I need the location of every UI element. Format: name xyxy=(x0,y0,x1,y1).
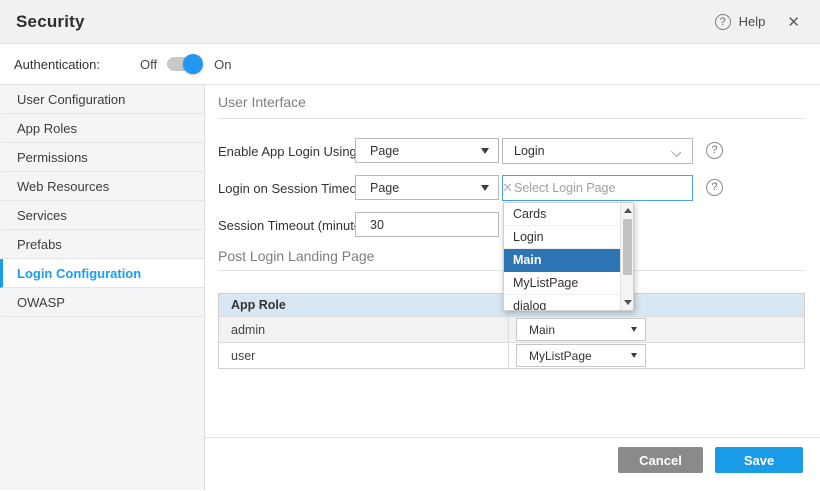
scroll-up-arrow-icon[interactable] xyxy=(624,208,632,213)
dropdown-option-cards[interactable]: Cards xyxy=(504,203,620,226)
table-row-admin: admin Main xyxy=(219,316,804,342)
scroll-down-arrow-icon[interactable] xyxy=(624,300,632,305)
user-landing-page-select[interactable]: MyListPage xyxy=(516,344,646,367)
dropdown-arrow-icon xyxy=(631,353,637,358)
select-login-page-input[interactable] xyxy=(502,175,693,201)
dropdown-arrow-icon xyxy=(481,185,489,191)
role-cell: admin xyxy=(219,317,509,342)
authentication-toggle[interactable] xyxy=(167,57,200,71)
login-on-session-timeout-row: Login on Session Timeout: Page ✕ ? xyxy=(205,175,820,201)
page-title: Security xyxy=(16,12,85,32)
help-link[interactable]: Help xyxy=(739,14,766,29)
sidebar-item-owasp[interactable]: OWASP xyxy=(0,288,204,317)
clear-icon[interactable]: ✕ xyxy=(502,180,513,196)
dropdown-option-dialog[interactable]: dialog xyxy=(504,295,620,311)
help-icon[interactable]: ? xyxy=(715,14,731,30)
sidebar-item-permissions[interactable]: Permissions xyxy=(0,143,204,172)
section-title-post-login-landing-page: Post Login Landing Page xyxy=(218,248,374,264)
user-landing-page-value: MyListPage xyxy=(517,349,592,363)
section-title-user-interface: User Interface xyxy=(218,94,306,110)
toggle-knob-icon xyxy=(183,54,203,74)
scrollbar-thumb[interactable] xyxy=(623,219,632,275)
toggle-on-label: On xyxy=(214,57,231,72)
role-cell: user xyxy=(219,343,509,368)
session-timeout-type-value: Page xyxy=(356,181,399,195)
help-circle-icon[interactable]: ? xyxy=(706,142,723,159)
login-session-timeout-label: Login on Session Timeout: xyxy=(218,181,371,196)
divider xyxy=(205,437,820,438)
cancel-button[interactable]: Cancel xyxy=(618,447,703,473)
sidebar-item-web-resources[interactable]: Web Resources xyxy=(0,172,204,201)
table-row-user: user MyListPage xyxy=(219,342,804,368)
save-button[interactable]: Save xyxy=(715,447,803,473)
sidebar-item-user-configuration[interactable]: User Configuration xyxy=(0,85,204,114)
dropdown-arrow-icon xyxy=(481,148,489,154)
login-configuration-panel: User Interface Enable App Login Using: P… xyxy=(205,85,820,490)
dropdown-arrow-icon xyxy=(631,327,637,332)
enable-app-login-label: Enable App Login Using: xyxy=(218,144,360,159)
sidebar: User Configuration App Roles Permissions… xyxy=(0,85,205,490)
authentication-row: Authentication: Off On xyxy=(0,44,820,85)
close-icon[interactable]: ✕ xyxy=(785,11,802,33)
sidebar-item-services[interactable]: Services xyxy=(0,201,204,230)
sidebar-item-login-configuration[interactable]: Login Configuration xyxy=(0,259,204,288)
enable-login-page-combobox[interactable]: Login xyxy=(502,138,693,164)
toggle-off-label: Off xyxy=(140,57,157,72)
enable-login-type-value: Page xyxy=(356,144,399,158)
authentication-label: Authentication: xyxy=(14,57,100,72)
session-timeout-minutes-input[interactable] xyxy=(355,212,499,237)
sidebar-item-prefabs[interactable]: Prefabs xyxy=(0,230,204,259)
divider xyxy=(218,118,805,119)
dropdown-option-mylistpage[interactable]: MyListPage xyxy=(504,272,620,295)
admin-landing-page-select[interactable]: Main xyxy=(516,318,646,341)
sidebar-item-app-roles[interactable]: App Roles xyxy=(0,114,204,143)
session-timeout-minutes-label: Session Timeout (minutes): xyxy=(218,218,376,233)
chevron-down-icon xyxy=(671,147,681,157)
session-timeout-type-select[interactable]: Page xyxy=(355,175,499,200)
help-circle-icon[interactable]: ? xyxy=(706,179,723,196)
dropdown-option-login[interactable]: Login xyxy=(504,226,620,249)
titlebar: Security ? Help ✕ xyxy=(0,0,820,44)
dropdown-option-main[interactable]: Main xyxy=(504,249,620,272)
dropdown-scrollbar[interactable] xyxy=(620,203,633,310)
admin-landing-page-value: Main xyxy=(517,323,555,337)
enable-login-page-value: Login xyxy=(503,144,545,158)
enable-app-login-row: Enable App Login Using: Page Login ? xyxy=(205,138,820,164)
login-page-dropdown-list: Cards Login Main MyListPage dialog xyxy=(503,202,634,311)
enable-login-type-select[interactable]: Page xyxy=(355,138,499,163)
